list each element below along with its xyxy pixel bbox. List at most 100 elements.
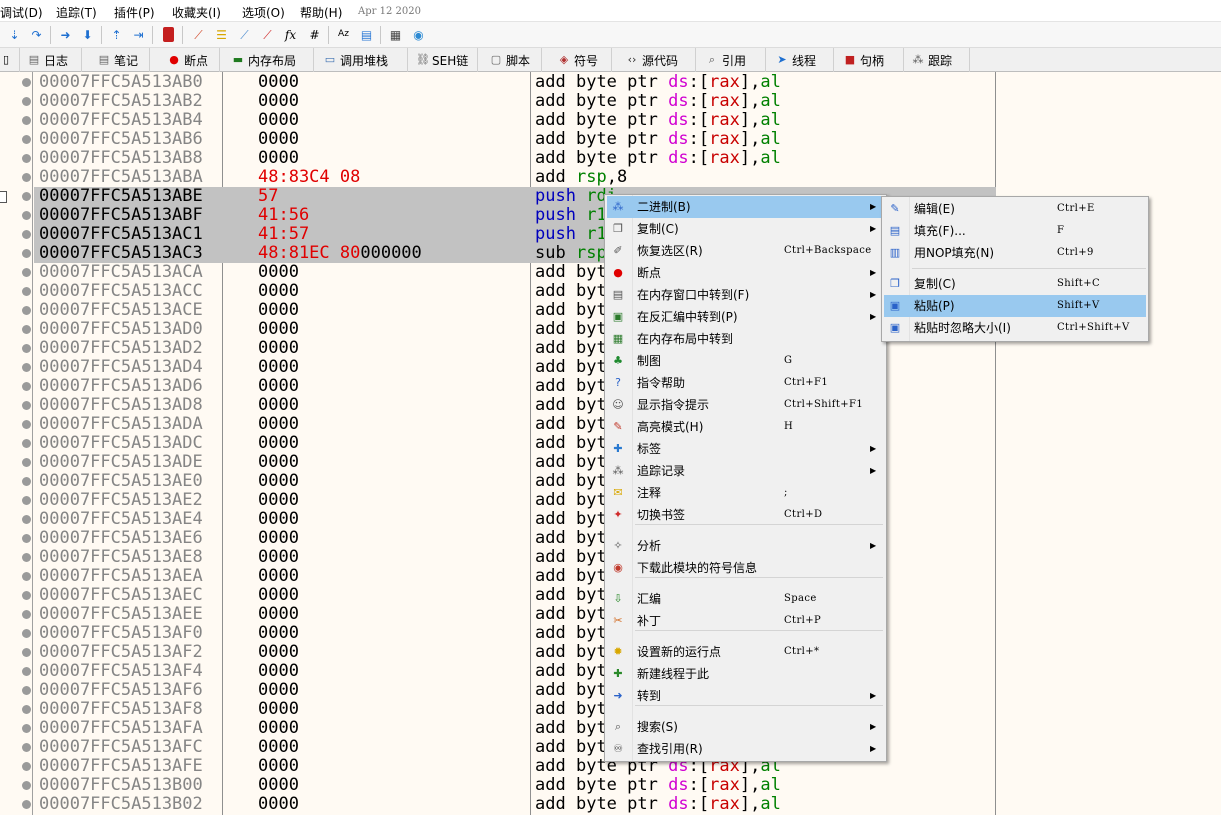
submenu-item[interactable]: ❐ 复制(C) Shift+C — [884, 273, 1146, 295]
breakpoint-dot-icon[interactable] — [22, 458, 31, 467]
context-menu-item[interactable]: ⇩ 汇编 Space — [607, 588, 884, 610]
gutter-line[interactable] — [0, 586, 33, 605]
context-menu-item[interactable]: ▤ 在内存窗口中转到(F) ▶ — [607, 284, 884, 306]
gutter-line[interactable] — [0, 529, 33, 548]
table-row[interactable]: 00007FFC5A513AB8 0000 add byte ptr ds:[rax… — [34, 149, 996, 168]
gutter-line[interactable] — [0, 662, 33, 681]
breakpoint-dot-icon[interactable] — [22, 648, 31, 657]
context-menu-item[interactable]: ● 断点 ▶ — [607, 262, 884, 284]
tab-handles[interactable]: ■ 句柄 — [842, 48, 904, 72]
gutter-line[interactable] — [0, 719, 33, 738]
tab-call-stack[interactable]: ▭ 调用堆栈 — [322, 48, 408, 72]
gutter-line[interactable] — [0, 187, 33, 206]
gutter-line[interactable] — [0, 491, 33, 510]
gutter-line[interactable] — [0, 624, 33, 643]
run-to-cursor-icon[interactable]: ⬇ — [79, 26, 96, 43]
tab-breakpoints[interactable]: ● 断点 — [166, 48, 220, 72]
table-row[interactable]: 00007FFC5A513B00 0000 add byte ptr ds:[rax… — [34, 776, 996, 795]
context-menu-item[interactable]: ▣ 在反汇编中转到(P) ▶ — [607, 306, 884, 328]
breakpoint-dot-icon[interactable] — [22, 287, 31, 296]
submenu-item[interactable]: ▣ 粘贴(P) Shift+V — [884, 295, 1146, 317]
gutter-line[interactable] — [0, 776, 33, 795]
breakpoint-dot-icon[interactable] — [22, 553, 31, 562]
globe-icon[interactable]: ◉ — [410, 26, 427, 43]
breakpoint-dot-icon[interactable] — [22, 382, 31, 391]
gutter-line[interactable] — [0, 301, 33, 320]
tab-references[interactable]: ⌕ 引用 — [704, 48, 766, 72]
gutter-line[interactable] — [0, 206, 33, 225]
gutter-line[interactable] — [0, 415, 33, 434]
breakpoint-dot-icon[interactable] — [22, 325, 31, 334]
calculator-icon[interactable]: ▦ — [387, 26, 404, 43]
gutter-line[interactable] — [0, 472, 33, 491]
gutter-line[interactable] — [0, 548, 33, 567]
context-menu-item[interactable]: ✧ 分析 ▶ — [607, 535, 884, 557]
menu-help[interactable]: 帮助(H) — [300, 4, 342, 21]
step-over-icon[interactable]: ↷ — [28, 26, 45, 43]
hash-icon[interactable]: # — [306, 26, 323, 43]
breakpoint-dot-icon[interactable] — [22, 743, 31, 752]
tab-symbols[interactable]: ◈ 符号 — [556, 48, 612, 72]
forward-icon[interactable]: ➜ — [57, 26, 74, 43]
save-icon[interactable]: ▤ — [358, 26, 375, 43]
gutter-line[interactable] — [0, 320, 33, 339]
context-menu-item[interactable]: ✉ 注释; — [607, 482, 884, 504]
gutter-line[interactable] — [0, 510, 33, 529]
gutter-line[interactable] — [0, 643, 33, 662]
breakpoint-dot-icon[interactable] — [22, 800, 31, 809]
gutter-line[interactable] — [0, 567, 33, 586]
gutter-line[interactable] — [0, 73, 33, 92]
menu-plugins[interactable]: 插件(P) — [114, 4, 155, 21]
breakpoint-dot-icon[interactable] — [22, 154, 31, 163]
context-menu-item[interactable]: ✦ 切换书签 Ctrl+D — [607, 504, 884, 526]
breakpoint-dot-icon[interactable] — [22, 249, 31, 258]
tab-seh-chain[interactable]: ⛓ SEH链 — [414, 48, 478, 72]
breakpoint-dot-icon[interactable] — [22, 496, 31, 505]
context-menu-item[interactable]: ▦ 在内存布局中转到 — [607, 328, 884, 350]
breakpoint-dot-icon[interactable] — [22, 705, 31, 714]
breakpoint-dot-icon[interactable] — [22, 572, 31, 581]
patch-icon[interactable]: ⟋ — [190, 26, 207, 43]
function-icon[interactable]: fx — [282, 26, 299, 43]
submenu-item[interactable]: ▣ 粘贴时忽略大小(I) Ctrl+Shift+V — [884, 317, 1146, 339]
breakpoint-dot-icon[interactable] — [22, 78, 31, 87]
tab-source[interactable]: ‹› 源代码 — [624, 48, 696, 72]
gutter-line[interactable] — [0, 225, 33, 244]
table-row[interactable]: 00007FFC5A513B02 0000 add byte ptr ds:[rax… — [34, 795, 996, 814]
submenu-item[interactable]: ▤ 填充(F)... F — [884, 220, 1146, 242]
breakpoint-dot-icon[interactable] — [22, 724, 31, 733]
tab-cpu[interactable]: ▯ — [0, 48, 20, 72]
step-into-icon[interactable]: ⇣ — [6, 26, 23, 43]
tab-threads[interactable]: ➤ 线程 — [774, 48, 834, 72]
gutter-line[interactable] — [0, 111, 33, 130]
animate-icon[interactable] — [160, 26, 177, 43]
breakpoint-dot-icon[interactable] — [22, 667, 31, 676]
breakpoint-dot-icon[interactable] — [22, 401, 31, 410]
gutter-line[interactable] — [0, 244, 33, 263]
context-menu-item[interactable]: ✎ 高亮模式(H) H — [607, 416, 884, 438]
tab-notes[interactable]: ▤ 笔记 — [96, 48, 150, 72]
context-menu-item[interactable]: ➜ 转到 ▶ — [607, 685, 884, 707]
gutter-line[interactable] — [0, 263, 33, 282]
execute-till-return-icon[interactable]: ⇡ — [108, 26, 125, 43]
context-menu-item[interactable]: ✐ 恢复选区(R) Ctrl+Backspace — [607, 240, 884, 262]
breakpoint-dot-icon[interactable] — [22, 344, 31, 353]
breakpoint-dot-icon[interactable] — [22, 420, 31, 429]
gutter-line[interactable] — [0, 605, 33, 624]
gutter-line[interactable] — [0, 757, 33, 776]
breakpoint-dot-icon[interactable] — [22, 97, 31, 106]
breakpoint-dot-icon[interactable] — [22, 211, 31, 220]
bookmark-icon[interactable]: ⟋ — [259, 26, 276, 43]
table-row[interactable]: 00007FFC5A513AB2 0000 add byte ptr ds:[rax… — [34, 92, 996, 111]
comment-icon[interactable]: ☰ — [213, 26, 230, 43]
breakpoint-dot-icon[interactable] — [22, 173, 31, 182]
breakpoint-dot-icon[interactable] — [22, 477, 31, 486]
context-menu-item[interactable]: ✂ 补丁 Ctrl+P — [607, 610, 884, 632]
context-menu-item[interactable]: ⁂ 追踪记录 ▶ — [607, 460, 884, 482]
gutter-line[interactable] — [0, 434, 33, 453]
menu-options[interactable]: 选项(O) — [242, 4, 285, 21]
breakpoint-dot-icon[interactable] — [22, 762, 31, 771]
breakpoint-dot-icon[interactable] — [22, 610, 31, 619]
context-menu-item[interactable]: ♣ 制图 G — [607, 350, 884, 372]
gutter-line[interactable] — [0, 738, 33, 757]
